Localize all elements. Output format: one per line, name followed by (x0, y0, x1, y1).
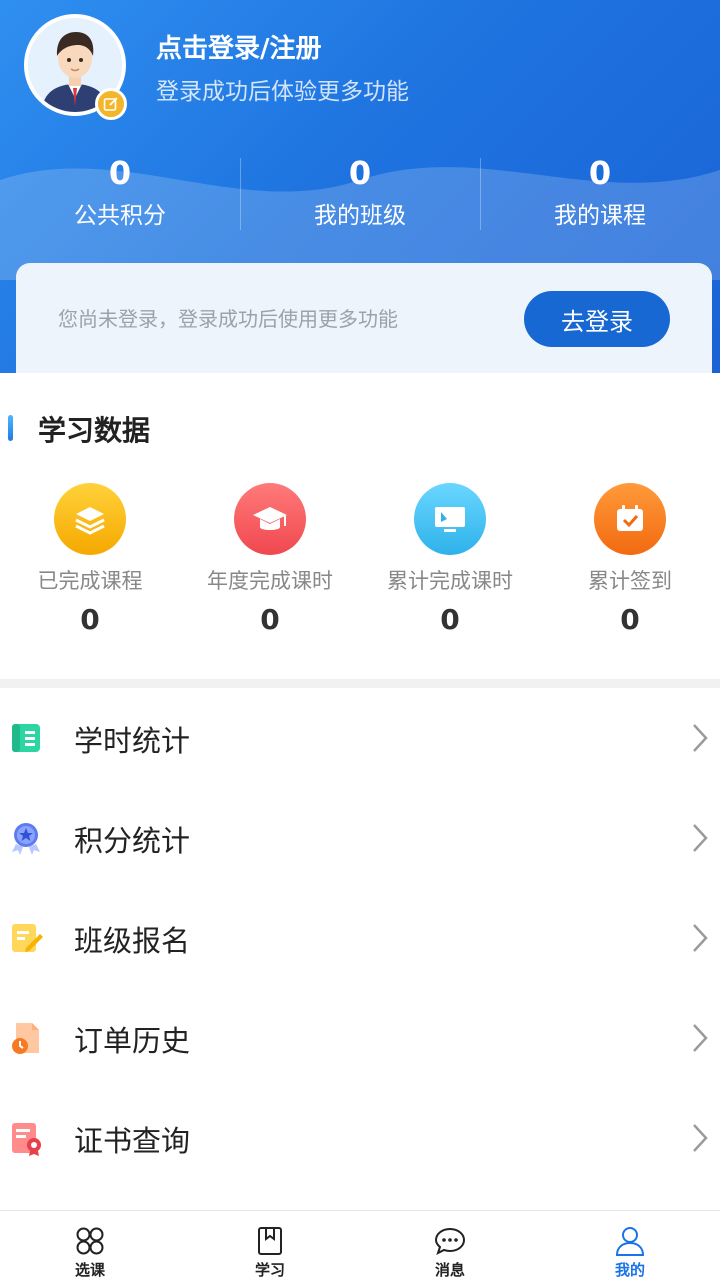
tab-study[interactable]: 学习 (180, 1211, 360, 1280)
learning-value: 0 (620, 603, 640, 636)
chat-icon (434, 1227, 466, 1255)
stat-label: 我的课程 (554, 203, 646, 229)
learning-label: 累计签到 (588, 569, 672, 593)
stat-my-courses[interactable]: 0 我的课程 (480, 150, 720, 240)
tab-label: 我的 (614, 1261, 645, 1279)
calendar-check-icon (594, 483, 666, 555)
tab-label: 学习 (254, 1261, 285, 1279)
section-accent-bar (8, 415, 13, 441)
notebook-icon (12, 724, 40, 752)
tab-select-course[interactable]: 选课 (0, 1211, 180, 1280)
menu-list: 学时统计 积分统计 班级报名 订单历史 证书查询 (0, 688, 720, 1188)
learning-value: 0 (80, 603, 100, 636)
monitor-icon (414, 483, 486, 555)
learning-label: 累计完成课时 (387, 569, 513, 593)
menu-item-study-hours[interactable]: 学时统计 (0, 688, 720, 788)
chevron-right-icon (693, 724, 708, 752)
edit-form-icon (12, 924, 43, 952)
tab-label: 消息 (434, 1261, 465, 1279)
layers-icon (54, 483, 126, 555)
menu-item-class-enroll[interactable]: 班级报名 (0, 888, 720, 988)
menu-label: 班级报名 (74, 924, 191, 958)
menu-label: 积分统计 (74, 824, 191, 858)
menu-item-order-history[interactable]: 订单历史 (0, 988, 720, 1088)
tab-mine[interactable]: 我的 (540, 1211, 720, 1280)
menu-item-certificate[interactable]: 证书查询 (0, 1088, 720, 1188)
person-icon (615, 1227, 645, 1256)
stat-public-points[interactable]: 0 公共积分 (0, 150, 240, 240)
menu-label: 证书查询 (74, 1124, 191, 1158)
section-title: 学习数据 (38, 414, 151, 447)
stat-value: 0 (108, 154, 132, 192)
menu-item-points[interactable]: 积分统计 (0, 788, 720, 888)
chevron-right-icon (693, 1124, 708, 1152)
learning-total-checkins[interactable]: 累计签到 0 (540, 483, 720, 636)
book-icon (258, 1227, 282, 1255)
stats-row: 0 公共积分 0 我的班级 0 我的课程 (0, 150, 720, 240)
chevron-right-icon (693, 924, 708, 952)
learning-value: 0 (440, 603, 460, 636)
menu-label: 学时统计 (74, 724, 191, 758)
profile-header: 点击登录/注册 登录成功后体验更多功能 0 公共积分 0 我的班级 0 我的课程… (0, 0, 720, 373)
order-clock-icon (12, 1023, 39, 1054)
edit-avatar-icon[interactable] (95, 88, 127, 120)
learning-completed-courses[interactable]: 已完成课程 0 (0, 483, 180, 636)
login-notice-text: 您尚未登录，登录成功后使用更多功能 (58, 307, 398, 331)
chevron-right-icon (693, 824, 708, 852)
learning-annual-hours[interactable]: 年度完成课时 0 (180, 483, 360, 636)
certificate-icon (12, 1123, 41, 1156)
medal-icon (12, 823, 40, 855)
stat-label: 我的班级 (314, 203, 406, 229)
tab-label: 选课 (74, 1261, 105, 1279)
learning-data-section: 学习数据 已完成课程 0 年度完成课时 0 累计完成课时 0 累计签到 0 (0, 373, 720, 679)
learning-value: 0 (260, 603, 280, 636)
learning-total-hours[interactable]: 累计完成课时 0 (360, 483, 540, 636)
graduation-cap-icon (234, 483, 306, 555)
go-login-button[interactable]: 去登录 (524, 291, 670, 347)
login-register-link[interactable]: 点击登录/注册 (156, 28, 322, 65)
stat-label: 公共积分 (74, 203, 166, 229)
login-notice-card: 您尚未登录，登录成功后使用更多功能 去登录 (16, 263, 712, 373)
stat-my-classes[interactable]: 0 我的班级 (240, 150, 480, 240)
chevron-right-icon (693, 1024, 708, 1052)
section-divider (0, 679, 720, 688)
grid-icon (76, 1227, 104, 1255)
bottom-tab-bar: 选课 学习 消息 我的 (0, 1210, 720, 1280)
login-subtitle: 登录成功后体验更多功能 (156, 79, 409, 105)
learning-label: 已完成课程 (37, 569, 143, 593)
stat-value: 0 (348, 154, 372, 192)
stat-value: 0 (588, 154, 612, 192)
learning-label: 年度完成课时 (207, 569, 333, 593)
learning-stats-grid: 已完成课程 0 年度完成课时 0 累计完成课时 0 累计签到 0 (0, 483, 720, 636)
menu-label: 订单历史 (74, 1024, 191, 1058)
tab-messages[interactable]: 消息 (360, 1211, 540, 1280)
